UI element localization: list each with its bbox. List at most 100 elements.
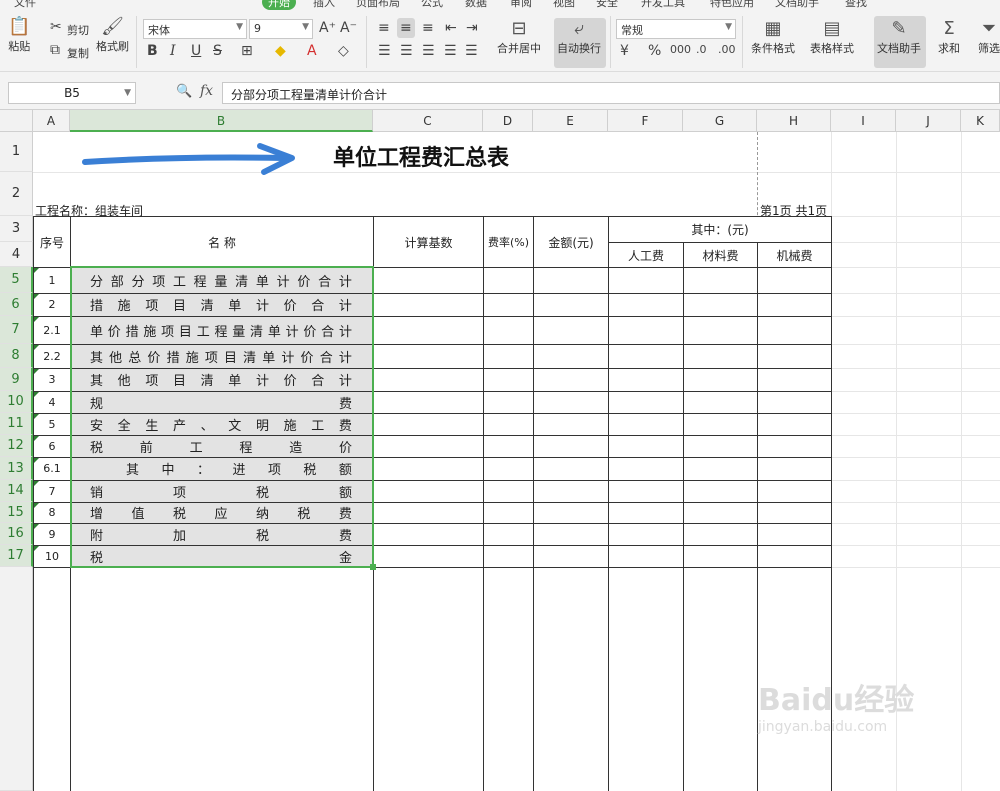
column-header-g[interactable]: G bbox=[683, 110, 757, 132]
align-middle-icon[interactable]: ≡ bbox=[400, 20, 412, 36]
tab-formula[interactable]: 公式 bbox=[421, 0, 443, 10]
row-header-3[interactable]: 3 bbox=[0, 216, 33, 242]
row-header-17[interactable]: 17 bbox=[0, 545, 33, 567]
doc-helper-button[interactable]: ✎ 文档助手 bbox=[877, 18, 921, 56]
align-center-icon[interactable]: ☰ bbox=[400, 43, 413, 59]
align-right-icon[interactable]: ☰ bbox=[422, 43, 435, 59]
format-painter-button[interactable]: 🖌 格式刷 bbox=[96, 16, 129, 54]
row-header-15[interactable]: 15 bbox=[0, 502, 33, 523]
name-box[interactable]: B5 ▼ bbox=[8, 82, 136, 104]
item-seq-cell[interactable]: 7 bbox=[34, 480, 70, 502]
align-top-icon[interactable]: ≡ bbox=[378, 20, 390, 36]
row-header-2[interactable]: 2 bbox=[0, 172, 33, 216]
fill-handle[interactable] bbox=[370, 564, 376, 570]
filter-button[interactable]: ⏷ 筛选 bbox=[978, 18, 1000, 56]
row-header-10[interactable]: 10 bbox=[0, 391, 33, 413]
column-header-f[interactable]: F bbox=[608, 110, 683, 132]
column-header-h[interactable]: H bbox=[757, 110, 831, 132]
tab-security[interactable]: 安全 bbox=[596, 0, 618, 10]
header-rate[interactable]: 费率(%) bbox=[484, 217, 533, 267]
row-header-13[interactable]: 13 bbox=[0, 457, 33, 480]
header-amount[interactable]: 金额(元) bbox=[534, 217, 608, 267]
auto-wrap-button[interactable]: ⤶ 自动换行 bbox=[557, 18, 601, 56]
item-seq-cell[interactable]: 10 bbox=[34, 545, 70, 567]
column-header-i[interactable]: I bbox=[831, 110, 896, 132]
sum-button[interactable]: Σ 求和 bbox=[938, 18, 960, 56]
item-seq-cell[interactable]: 6.1 bbox=[34, 457, 70, 480]
spreadsheet-grid[interactable]: A B C D E F G H I J K 1 2 3 4 5 6 7 8 9 10 11 12 13 14 15 16 17 单位工… bbox=[0, 110, 1000, 791]
merge-center-button[interactable]: ⊟ 合并居中 bbox=[497, 18, 541, 56]
underline-button[interactable]: U bbox=[191, 43, 201, 59]
select-all-corner[interactable] bbox=[0, 110, 33, 132]
percent-icon[interactable]: % bbox=[648, 43, 661, 59]
header-seq[interactable]: 序号 bbox=[34, 217, 70, 267]
align-bottom-icon[interactable]: ≡ bbox=[422, 20, 434, 36]
zoom-search-icon[interactable]: 🔍 bbox=[176, 84, 192, 99]
column-header-j[interactable]: J bbox=[896, 110, 961, 132]
indent-decrease-icon[interactable]: ⇤ bbox=[445, 20, 457, 36]
font-name-select[interactable]: 宋体 ▼ bbox=[143, 19, 247, 39]
clear-icon[interactable]: ◇ bbox=[338, 43, 349, 59]
align-left-icon[interactable]: ☰ bbox=[378, 43, 391, 59]
border-icon[interactable]: ⊞ bbox=[241, 43, 253, 59]
distributed-icon[interactable]: ☰ bbox=[465, 43, 478, 59]
row-header-14[interactable]: 14 bbox=[0, 480, 33, 502]
column-header-a[interactable]: A bbox=[33, 110, 70, 132]
tab-view[interactable]: 视图 bbox=[553, 0, 575, 10]
tab-insert[interactable]: 插入 bbox=[313, 0, 335, 10]
row-header-7[interactable]: 7 bbox=[0, 316, 33, 344]
column-header-b[interactable]: B bbox=[70, 110, 373, 132]
tab-data[interactable]: 数据 bbox=[465, 0, 487, 10]
row-header-11[interactable]: 11 bbox=[0, 413, 33, 435]
number-format-select[interactable]: 常规 ▼ bbox=[616, 19, 736, 39]
row-header-4[interactable]: 4 bbox=[0, 242, 33, 267]
item-seq-cell[interactable]: 4 bbox=[34, 391, 70, 413]
font-color-icon[interactable]: A bbox=[307, 43, 317, 59]
tab-doc-assistant[interactable]: 文档助手 bbox=[775, 0, 819, 10]
header-of-which[interactable]: 其中：(元) bbox=[609, 217, 831, 242]
project-name-cell[interactable]: 工程名称：组装车间 bbox=[35, 202, 143, 218]
tab-special[interactable]: 特色应用 bbox=[710, 0, 754, 10]
row-header-16[interactable]: 16 bbox=[0, 523, 33, 545]
cond-format-button[interactable]: ▦ 条件格式 bbox=[751, 18, 795, 56]
item-seq-cell[interactable]: 9 bbox=[34, 523, 70, 545]
row-header-8[interactable]: 8 bbox=[0, 344, 33, 368]
tab-review[interactable]: 审阅 bbox=[510, 0, 532, 10]
font-shrink-icon[interactable]: A⁻ bbox=[340, 20, 357, 36]
tab-home[interactable]: 开始 bbox=[262, 0, 296, 10]
column-header-d[interactable]: D bbox=[483, 110, 533, 132]
decrease-decimal-icon[interactable]: .00 bbox=[718, 43, 736, 56]
item-seq-cell[interactable]: 2.1 bbox=[34, 316, 70, 344]
header-calc-base[interactable]: 计算基数 bbox=[374, 217, 483, 267]
item-seq-cell[interactable]: 2 bbox=[34, 293, 70, 316]
header-labor[interactable]: 人工费 bbox=[609, 243, 683, 267]
menu-file[interactable]: 文件 bbox=[14, 0, 36, 10]
page-info-cell[interactable]: 第1页 共1页 bbox=[760, 202, 827, 218]
item-seq-cell[interactable]: 1 bbox=[34, 267, 70, 293]
column-header-k[interactable]: K bbox=[961, 110, 1000, 132]
row-header-5[interactable]: 5 bbox=[0, 267, 33, 293]
indent-increase-icon[interactable]: ⇥ bbox=[466, 20, 478, 36]
item-seq-cell[interactable]: 5 bbox=[34, 413, 70, 435]
row-header-1[interactable]: 1 bbox=[0, 132, 33, 172]
column-header-e[interactable]: E bbox=[533, 110, 608, 132]
font-size-select[interactable]: 9 ▼ bbox=[249, 19, 313, 39]
increase-decimal-icon[interactable]: .0 bbox=[696, 43, 707, 56]
table-style-button[interactable]: ▤ 表格样式 bbox=[810, 18, 854, 56]
cut-button[interactable]: 剪切 bbox=[67, 22, 89, 38]
row-header-12[interactable]: 12 bbox=[0, 435, 33, 457]
copy-button[interactable]: 复制 bbox=[67, 45, 89, 61]
formula-input[interactable]: 分部分项工程量清单计价合计 bbox=[222, 82, 1000, 104]
column-header-c[interactable]: C bbox=[373, 110, 483, 132]
bold-button[interactable]: B bbox=[147, 43, 158, 59]
tab-developer[interactable]: 开发工具 bbox=[641, 0, 685, 10]
fill-color-icon[interactable]: ◆ bbox=[275, 43, 286, 59]
menu-search[interactable]: 查找 bbox=[845, 0, 867, 10]
item-seq-cell[interactable]: 8 bbox=[34, 502, 70, 523]
paste-button[interactable]: 📋 粘贴 bbox=[8, 16, 30, 54]
header-material[interactable]: 材料费 bbox=[684, 243, 757, 267]
item-seq-cell[interactable]: 6 bbox=[34, 435, 70, 457]
fx-icon[interactable]: fx bbox=[200, 83, 213, 99]
italic-button[interactable]: I bbox=[170, 43, 176, 59]
strike-button[interactable]: S bbox=[213, 43, 222, 59]
